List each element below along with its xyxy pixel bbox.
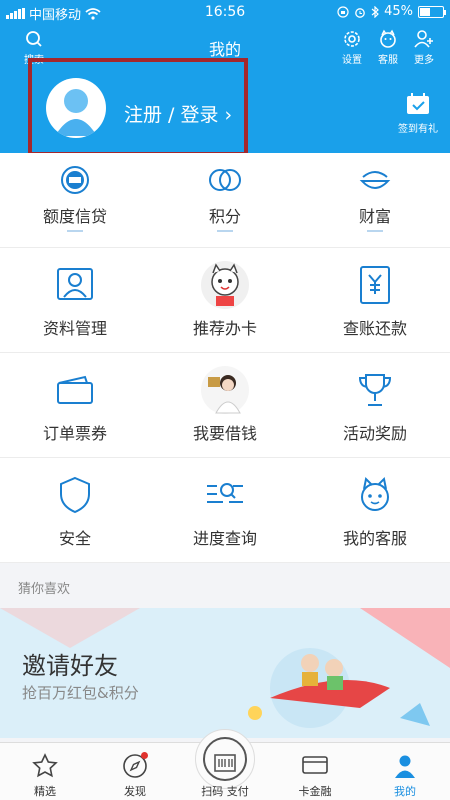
grid-item-label: 订单票券 [42, 424, 107, 443]
service-mascot-icon [361, 476, 389, 511]
grid-item-wealth[interactable]: 财富 [300, 153, 450, 247]
bottom-tab-bar: 精选 发现 扫码 支付 卡金融 我的 [0, 729, 450, 800]
progress-search-icon [207, 483, 243, 503]
profile-icon [57, 268, 93, 300]
checkin-button[interactable]: 签到有礼 [396, 92, 440, 135]
grid-item-rewards[interactable]: 活动奖励 [300, 353, 450, 457]
grid-item-label: 安全 [58, 529, 91, 548]
tab-label: 我的 [394, 785, 416, 798]
grid-item-points[interactable]: 积分 [150, 153, 300, 247]
grid-item-credit[interactable]: 额度信贷 [0, 153, 150, 247]
tab-label: 精选 [34, 785, 56, 798]
grid-item-bill[interactable]: 查账还款 [300, 248, 450, 352]
section-title: 猜你喜欢 [18, 582, 71, 597]
tab-label: 扫码 支付 [201, 785, 249, 798]
add-user-icon [414, 30, 433, 48]
gear-icon [344, 31, 360, 47]
lock-rotation-icon [337, 5, 349, 18]
notification-dot [141, 752, 148, 759]
tab-mine[interactable]: 我的 [360, 743, 450, 800]
more-button[interactable]: 更多 [412, 28, 436, 66]
default-avatar-icon [55, 89, 97, 136]
wealth-icon [359, 171, 391, 189]
grid-item-ticket[interactable]: 订单票券 [0, 353, 150, 457]
alarm-icon [355, 7, 365, 18]
points-icon [209, 169, 241, 191]
person-icon [395, 755, 415, 778]
avatar [46, 78, 106, 138]
grid-item-my-service[interactable]: 我的客服 [300, 458, 450, 562]
login-highlight-box[interactable]: 注册 / 登录 › [28, 58, 248, 156]
settings-button[interactable]: 设置 [340, 28, 364, 66]
banner-subtitle: 抢百万红包&积分 [22, 684, 139, 702]
checkin-label: 签到有礼 [398, 124, 438, 135]
grid-item-profile[interactable]: 资料管理 [0, 248, 150, 352]
scan-icon [214, 753, 236, 772]
grid-item-label: 查账还款 [342, 319, 407, 338]
placeholder-dash [367, 230, 383, 232]
tab-discover[interactable]: 发现 [90, 743, 180, 800]
customer-service-label: 客服 [378, 55, 398, 66]
tab-label: 卡金融 [298, 785, 332, 798]
bluetooth-icon [371, 5, 379, 18]
customer-service-button[interactable]: 客服 [376, 28, 400, 66]
trophy-icon [358, 374, 392, 406]
settings-label: 设置 [342, 55, 362, 66]
feature-grid: 额度信贷 积分 财富 资料管理 推荐办卡 查账还款 订单票券 我要借钱 活动奖励… [0, 153, 450, 563]
recommend-card-icon [201, 261, 249, 309]
shield-icon [60, 476, 90, 514]
placeholder-dash [217, 230, 233, 232]
grid-item-recommend-card[interactable]: 推荐办卡 [150, 248, 300, 352]
header: 中国移动 16:56 45% 搜索 我的 设置 客服 更多 注册 / 登录 › … [0, 0, 450, 156]
customer-service-icon [380, 29, 396, 48]
card-icon [302, 756, 328, 774]
ticket-icon [57, 375, 93, 404]
battery-icon [418, 5, 446, 18]
grid-item-label: 资料管理 [42, 319, 107, 338]
grid-item-label: 财富 [358, 207, 391, 226]
grid-item-label: 推荐办卡 [192, 319, 257, 338]
grid-item-progress[interactable]: 进度查询 [150, 458, 300, 562]
grid-item-label: 额度信贷 [42, 207, 107, 226]
loan-icon [201, 366, 249, 414]
status-bar: 中国移动 16:56 45% [0, 0, 450, 24]
grid-item-loan[interactable]: 我要借钱 [150, 353, 300, 457]
tab-card-finance[interactable]: 卡金融 [270, 743, 360, 800]
scan-button[interactable] [195, 729, 255, 789]
more-label: 更多 [414, 55, 434, 66]
battery-percent: 45% [384, 4, 413, 19]
grid-item-label: 我要借钱 [192, 424, 257, 443]
grid-item-label: 活动奖励 [342, 424, 407, 443]
calendar-check-icon [407, 93, 429, 114]
grid-item-security[interactable]: 安全 [0, 458, 150, 562]
grid-item-label: 积分 [208, 207, 241, 226]
star-icon [32, 753, 58, 778]
invite-banner[interactable]: 邀请好友 抢百万红包&积分 [0, 608, 450, 738]
tab-scan-pay[interactable]: 扫码 支付 [180, 729, 270, 800]
bill-icon [360, 266, 390, 304]
banner-title: 邀请好友 [22, 652, 118, 680]
placeholder-dash [67, 230, 83, 232]
grid-item-label: 进度查询 [192, 529, 257, 548]
grid-item-label: 我的客服 [342, 529, 407, 548]
tab-label: 发现 [124, 785, 146, 798]
login-link[interactable]: 注册 / 登录 › [124, 100, 232, 127]
credit-icon [61, 166, 89, 194]
tab-featured[interactable]: 精选 [0, 743, 90, 800]
